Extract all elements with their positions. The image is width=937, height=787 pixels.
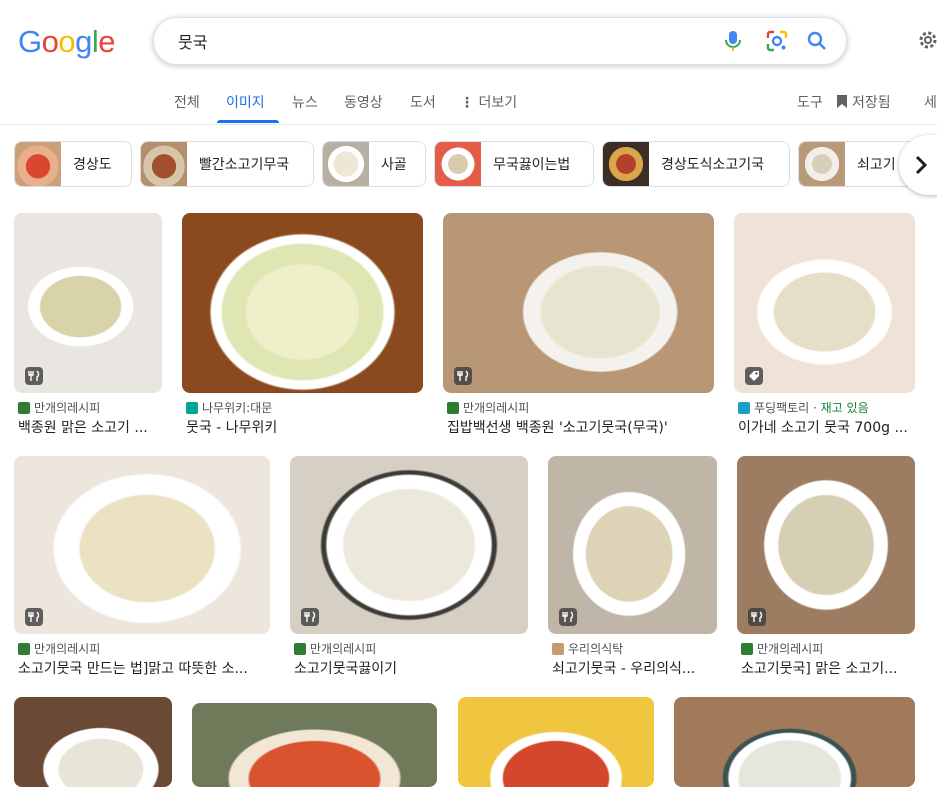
chip-thumbnail <box>799 142 845 186</box>
more-dots-icon: ⋮ <box>460 95 474 111</box>
tab-all[interactable]: 전체 <box>174 92 200 112</box>
result-title[interactable]: 소고기뭇국끓이기 <box>294 658 528 678</box>
safesearch-button[interactable]: 세 <box>924 92 937 112</box>
header-divider <box>0 124 937 125</box>
source-name: 푸딩팩토리 <box>754 401 810 415</box>
tab-books[interactable]: 도서 <box>410 92 436 112</box>
result-source[interactable]: 만개의레시피 <box>294 640 376 657</box>
result-title[interactable]: 소고기뭇국 만드는 법]맑고 따뜻한 소... <box>18 658 270 678</box>
recipe-icon <box>25 608 43 626</box>
result-source[interactable]: 만개의레시피 <box>447 399 529 416</box>
source-name: 우리의식탁 <box>568 642 624 656</box>
source-name: 나무위키:대문 <box>202 401 273 415</box>
tab-images[interactable]: 이미지 <box>226 92 265 112</box>
recipe-icon <box>454 367 472 385</box>
result-image[interactable] <box>14 697 172 787</box>
chip-related[interactable]: 무국끓이는법 <box>434 141 594 187</box>
search-icon[interactable] <box>805 29 829 53</box>
chip-thumbnail <box>323 142 369 186</box>
source-name: 만개의레시피 <box>34 642 101 656</box>
result-image[interactable] <box>192 703 437 787</box>
logo-letter: g <box>75 24 92 59</box>
source-name: 만개의레시피 <box>463 401 530 415</box>
result-source[interactable]: 우리의식탁 <box>552 640 623 657</box>
chip-thumbnail <box>603 142 649 186</box>
source-name: 만개의레시피 <box>34 401 101 415</box>
gear-icon[interactable] <box>916 28 937 52</box>
chip-related[interactable]: 사골 <box>322 141 426 187</box>
bookmark-icon <box>837 95 847 108</box>
source-name: 만개의레시피 <box>757 642 824 656</box>
recipe-icon <box>25 367 43 385</box>
favicon-icon <box>552 643 564 655</box>
result-source[interactable]: 만개의레시피 <box>18 399 100 416</box>
active-tab-indicator <box>217 120 279 123</box>
chip-related[interactable]: 빨간소고기무국 <box>140 141 314 187</box>
tag-icon <box>745 367 763 385</box>
chip-thumbnail <box>435 142 481 186</box>
chip-label: 빨간소고기무국 <box>199 157 290 173</box>
chip-thumbnail <box>141 142 187 186</box>
result-title[interactable]: 백종원 맑은 소고기 ... <box>18 417 162 437</box>
favicon-icon <box>447 402 459 414</box>
tools-button[interactable]: 도구 <box>797 92 823 112</box>
chip-label: 경상도식소고기국 <box>661 157 765 173</box>
result-image[interactable] <box>458 697 654 787</box>
favicon-icon <box>18 643 30 655</box>
tab-more[interactable]: ⋮ 더보기 <box>460 92 517 112</box>
search-input[interactable] <box>176 28 700 54</box>
result-image[interactable] <box>14 213 162 393</box>
chip-thumbnail <box>15 142 61 186</box>
chip-label: 사골 <box>381 157 407 173</box>
microphone-icon[interactable] <box>721 29 745 53</box>
result-title[interactable]: 집밥백선생 백종원 '소고기뭇국(무국)' <box>447 417 713 437</box>
chip-label: 무국끓이는법 <box>493 157 571 173</box>
favicon-icon <box>186 402 198 414</box>
search-box <box>153 17 847 65</box>
recipe-icon <box>301 608 319 626</box>
favicon-icon <box>294 643 306 655</box>
chevron-right-icon <box>915 155 928 175</box>
lens-icon[interactable] <box>765 29 789 53</box>
stock-status: 재고 있음 <box>820 401 869 415</box>
chip-related[interactable]: 경상도식소고기국 <box>602 141 790 187</box>
result-image[interactable] <box>674 697 915 787</box>
logo-letter: e <box>98 24 116 59</box>
result-title[interactable]: 뭇국 - 나무위키 <box>186 417 422 437</box>
result-image[interactable] <box>290 456 528 634</box>
result-title[interactable]: 쇠고기뭇국 - 우리의식... <box>552 658 717 678</box>
result-image[interactable] <box>182 213 423 393</box>
recipe-icon <box>748 608 766 626</box>
tab-videos[interactable]: 동영상 <box>344 92 383 112</box>
search-tabs: 전체 이미지 뉴스 동영상 도서 ⋮ 더보기 도구 저장됨 세 <box>0 84 937 124</box>
google-logo[interactable]: Google <box>18 24 116 60</box>
logo-letter: o <box>58 24 76 59</box>
result-image[interactable] <box>443 213 714 393</box>
saved-button[interactable]: 저장됨 <box>836 92 891 112</box>
logo-letter: G <box>18 24 42 59</box>
result-title[interactable]: 소고기뭇국] 맑은 소고기... <box>741 658 915 678</box>
result-image[interactable] <box>14 456 270 634</box>
chip-related[interactable]: 경상도 <box>14 141 132 187</box>
result-source[interactable]: 푸딩팩토리 · 재고 있음 <box>738 399 869 416</box>
saved-label: 저장됨 <box>852 95 891 111</box>
result-source[interactable]: 나무위키:대문 <box>186 399 272 416</box>
result-source[interactable]: 만개의레시피 <box>741 640 823 657</box>
result-title[interactable]: 이가네 소고기 뭇국 700g ... <box>738 417 914 437</box>
favicon-icon <box>741 643 753 655</box>
recipe-icon <box>559 608 577 626</box>
favicon-icon <box>18 402 30 414</box>
source-name: 만개의레시피 <box>310 642 377 656</box>
favicon-icon <box>738 402 750 414</box>
result-image[interactable] <box>734 213 915 393</box>
result-source[interactable]: 만개의레시피 <box>18 640 100 657</box>
logo-letter: o <box>41 24 59 59</box>
chip-label: 경상도 <box>73 157 112 173</box>
tab-news[interactable]: 뉴스 <box>292 92 318 112</box>
tab-more-label: 더보기 <box>478 95 518 111</box>
